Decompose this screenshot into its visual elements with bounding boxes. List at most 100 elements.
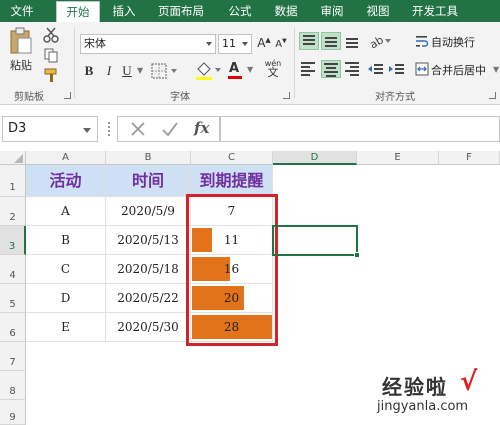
- row-header-9[interactable]: 9: [0, 400, 26, 425]
- tab-view[interactable]: 视图: [358, 0, 398, 22]
- group-divider: [294, 28, 295, 98]
- borders-button[interactable]: [150, 62, 184, 80]
- row-header-7[interactable]: 7: [0, 342, 26, 371]
- borders-icon: [151, 63, 183, 79]
- active-cell-d3[interactable]: [272, 225, 360, 258]
- font-size-dropdown[interactable]: 11: [218, 34, 252, 54]
- tab-data[interactable]: 数据: [266, 0, 306, 22]
- alignment-dialog-launcher[interactable]: [489, 92, 496, 99]
- cell-date[interactable]: 2020/5/22: [106, 284, 191, 313]
- format-painter-icon: [43, 67, 59, 83]
- cell-b1-header-time[interactable]: 时间: [106, 165, 191, 197]
- group-divider: [74, 28, 75, 98]
- tab-insert[interactable]: 插入: [104, 0, 144, 22]
- underline-button[interactable]: U: [120, 62, 134, 80]
- align-top-button[interactable]: [299, 32, 319, 50]
- phonetic-icon: 文: [267, 66, 279, 79]
- paste-button[interactable]: 粘贴: [6, 26, 36, 78]
- align-bottom-button[interactable]: [343, 32, 363, 50]
- copy-icon: [43, 47, 59, 63]
- font-name-value: 宋体: [84, 37, 106, 50]
- increase-indent-button[interactable]: [387, 60, 407, 78]
- highlight-frame: [186, 194, 278, 346]
- bold-button[interactable]: B: [82, 62, 96, 80]
- font-color-button[interactable]: A ▼: [226, 60, 256, 80]
- confirm-icon[interactable]: [160, 119, 180, 142]
- align-left-button[interactable]: [299, 60, 319, 78]
- increase-font-size-button[interactable]: A▲: [256, 35, 272, 53]
- column-header-a[interactable]: A: [26, 151, 106, 165]
- row-header-4[interactable]: 4: [0, 255, 26, 284]
- row-header-8[interactable]: 8: [0, 371, 26, 400]
- cell-activity[interactable]: C: [26, 255, 106, 284]
- tab-page-layout[interactable]: 页面布局: [150, 0, 212, 22]
- cut-button[interactable]: [42, 26, 60, 43]
- merge-center-button[interactable]: 合并后居中 ▼: [412, 59, 500, 79]
- name-box[interactable]: D3: [2, 116, 98, 142]
- align-middle-button[interactable]: [321, 32, 341, 50]
- column-header-c[interactable]: C: [191, 151, 273, 165]
- fill-handle[interactable]: [354, 252, 360, 258]
- outdent-icon: [367, 61, 385, 77]
- align-bottom-icon: [343, 37, 361, 51]
- wrap-text-icon: [415, 34, 429, 48]
- row-header-5[interactable]: 5: [0, 284, 26, 313]
- row-header-6[interactable]: 6: [0, 313, 26, 342]
- clipboard-dialog-launcher[interactable]: [64, 92, 71, 99]
- tab-developer[interactable]: 开发工具: [404, 0, 466, 22]
- italic-button[interactable]: I: [102, 62, 116, 80]
- column-header-d[interactable]: D: [273, 151, 357, 165]
- chevron-down-icon: ▼: [247, 65, 254, 74]
- formula-buttons: fx: [117, 116, 220, 142]
- font-name-dropdown[interactable]: 宋体: [80, 34, 216, 54]
- orientation-button[interactable]: ab: [367, 32, 393, 50]
- tab-review[interactable]: 审阅: [312, 0, 352, 22]
- cell-date[interactable]: 2020/5/9: [106, 197, 191, 226]
- insert-function-button[interactable]: fx: [194, 119, 209, 137]
- wrap-text-button[interactable]: 自动换行: [412, 31, 498, 51]
- cell-date[interactable]: 2020/5/13: [106, 226, 191, 255]
- select-all-button[interactable]: [0, 151, 26, 165]
- align-right-button[interactable]: [343, 60, 363, 78]
- column-header-b[interactable]: B: [106, 151, 191, 165]
- cell-activity[interactable]: E: [26, 313, 106, 342]
- copy-button[interactable]: [42, 46, 60, 63]
- align-center-icon: [322, 63, 340, 80]
- align-middle-icon: [322, 37, 340, 52]
- formula-bar-grip[interactable]: [108, 122, 110, 136]
- formula-input[interactable]: [220, 116, 500, 142]
- cell-c1-header-reminder[interactable]: 到期提醒: [191, 165, 273, 197]
- decrease-indent-button[interactable]: [366, 60, 386, 78]
- column-header-e[interactable]: E: [357, 151, 439, 165]
- underline-dropdown-arrow[interactable]: ▼: [137, 66, 143, 75]
- align-center-button[interactable]: [321, 60, 341, 78]
- shrink-font-icon: A▼: [275, 38, 287, 51]
- cell-activity[interactable]: D: [26, 284, 106, 313]
- grow-font-icon: A▲: [257, 36, 271, 50]
- tab-formulas[interactable]: 公式: [220, 0, 260, 22]
- fill-color-button[interactable]: [194, 60, 224, 80]
- font-color-swatch: [228, 76, 242, 79]
- column-header-f[interactable]: F: [439, 151, 500, 165]
- font-dialog-launcher[interactable]: [283, 92, 290, 99]
- ribbon-home: 粘贴 剪贴板 宋体 11 A▲ A▼ B I U ▼ A ▼ wén 文 字体 …: [0, 22, 500, 105]
- cancel-icon[interactable]: [128, 119, 148, 142]
- tab-home[interactable]: 开始: [56, 1, 100, 22]
- cell-activity[interactable]: B: [26, 226, 106, 255]
- paste-icon: [9, 27, 33, 55]
- row-header-1[interactable]: 1: [0, 165, 26, 197]
- format-painter-button[interactable]: [42, 66, 60, 82]
- paint-bucket-icon: [195, 61, 223, 81]
- cell-date[interactable]: 2020/5/18: [106, 255, 191, 284]
- cell-a1-header-activity[interactable]: 活动: [26, 165, 106, 197]
- row-header-2[interactable]: 2: [0, 197, 26, 226]
- tab-file[interactable]: 文件: [0, 0, 44, 22]
- worksheet-grid[interactable]: A B C D E F 1 2 3 4 5 6 7 8 9 活动 时间 到期提醒…: [0, 151, 500, 425]
- svg-text:ab: ab: [368, 33, 386, 49]
- paste-label: 粘贴: [10, 59, 32, 72]
- decrease-font-size-button[interactable]: A▼: [274, 37, 288, 53]
- row-header-3[interactable]: 3: [0, 226, 26, 255]
- cell-activity[interactable]: A: [26, 197, 106, 226]
- cell-date[interactable]: 2020/5/30: [106, 313, 191, 342]
- phonetic-guide-button[interactable]: wén 文: [260, 58, 286, 82]
